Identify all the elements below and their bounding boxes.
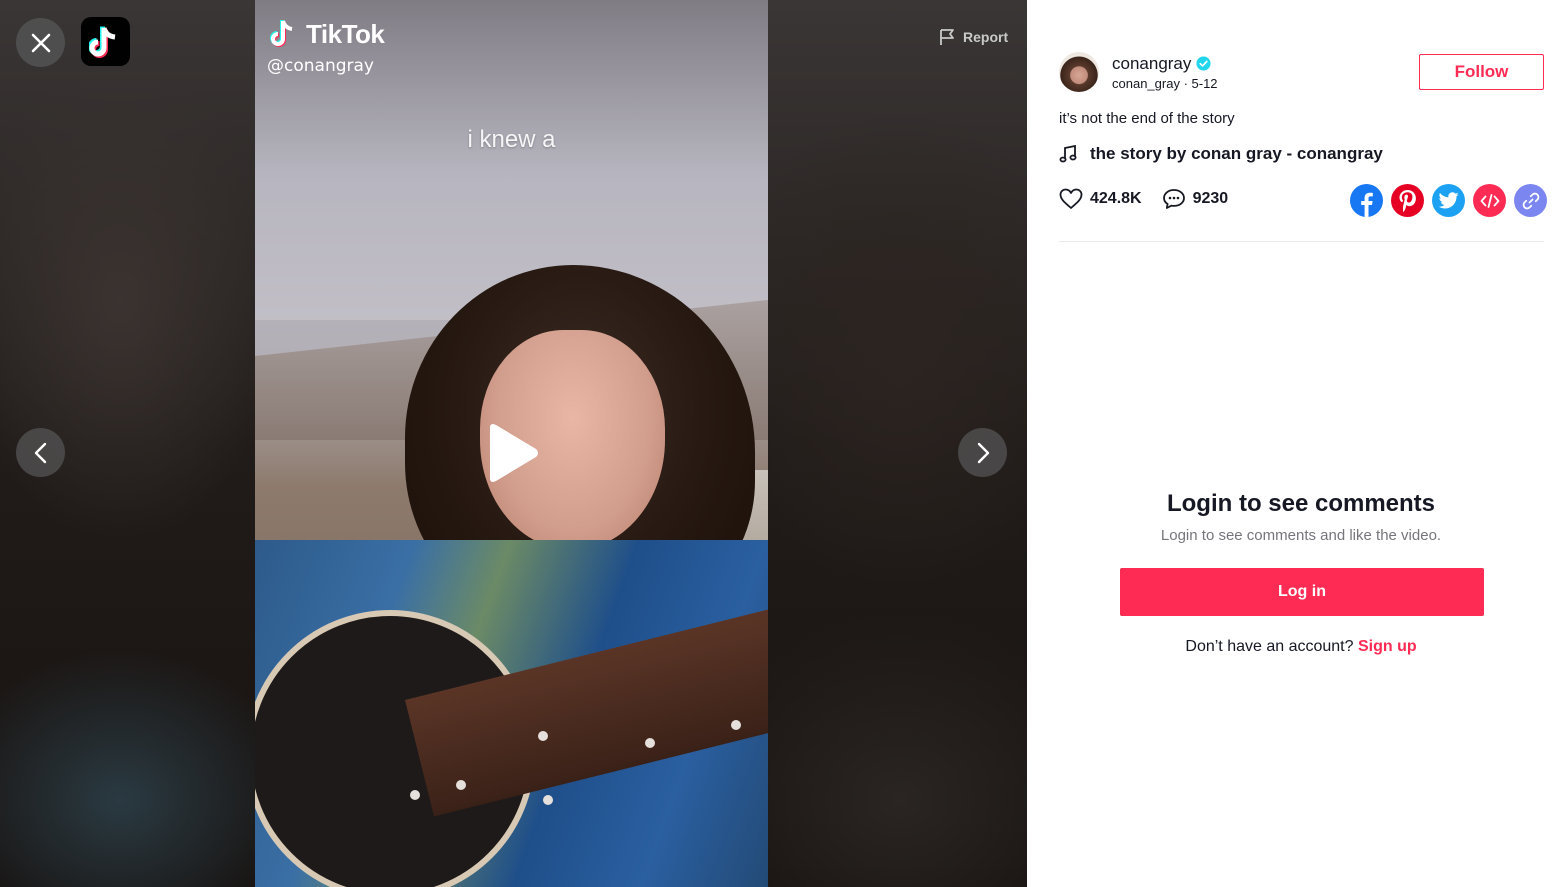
share-bar xyxy=(1350,184,1547,217)
tiktok-app-logo[interactable] xyxy=(81,17,130,66)
author-meta: conan_gray · 5-12 xyxy=(1112,76,1218,91)
fret-marker xyxy=(410,790,420,800)
watermark-logo-text: TikTok xyxy=(306,18,385,49)
report-button[interactable]: Report xyxy=(939,28,1008,46)
like-count: 424.8K xyxy=(1090,190,1142,207)
engagement-stats: 424.8K 9230 xyxy=(1059,188,1248,210)
login-prompt-title: Login to see comments xyxy=(1166,490,1436,517)
chevron-left-icon xyxy=(34,442,46,463)
comment-stat[interactable]: 9230 xyxy=(1162,188,1229,210)
link-icon xyxy=(1522,192,1539,209)
music-link[interactable]: the story by conan gray - conangray xyxy=(1059,144,1383,164)
like-stat[interactable]: 424.8K xyxy=(1059,188,1142,210)
signup-link[interactable]: Sign up xyxy=(1358,638,1417,655)
share-pinterest-button[interactable] xyxy=(1391,184,1424,217)
video-stage: TikTok @conangray i knew a Report xyxy=(0,0,1027,887)
login-prompt-subtitle: Login to see comments and like the video… xyxy=(1160,527,1442,544)
share-embed-button[interactable] xyxy=(1473,184,1506,217)
close-button[interactable] xyxy=(16,18,65,67)
follow-button[interactable]: Follow xyxy=(1419,54,1544,90)
avatar[interactable] xyxy=(1059,52,1099,92)
previous-video-button[interactable] xyxy=(16,428,65,477)
next-video-button[interactable] xyxy=(958,428,1007,477)
author-name[interactable]: conangray xyxy=(1112,54,1191,74)
embed-icon xyxy=(1480,193,1499,208)
twitter-icon xyxy=(1438,192,1458,209)
share-twitter-button[interactable] xyxy=(1432,184,1465,217)
video-player[interactable]: TikTok @conangray i knew a xyxy=(255,0,768,887)
watermark-handle: @conangray xyxy=(267,56,374,76)
tiktok-note-icon xyxy=(270,20,293,47)
video-description: it’s not the end of the story xyxy=(1059,110,1235,127)
report-label: Report xyxy=(963,29,1009,45)
fret-marker xyxy=(543,795,553,805)
author-info[interactable]: conangray conan_gray · 5-12 xyxy=(1059,52,1218,92)
fret-marker xyxy=(731,720,741,730)
comment-count: 9230 xyxy=(1192,190,1229,207)
fret-marker xyxy=(538,731,548,741)
facebook-icon xyxy=(1361,192,1373,217)
flag-icon xyxy=(940,29,954,45)
meta-separator: · xyxy=(1179,75,1192,91)
copy-link-button[interactable] xyxy=(1514,184,1547,217)
tiktok-logo-icon xyxy=(88,26,115,58)
share-facebook-button[interactable] xyxy=(1350,184,1383,217)
video-info-panel: conangray conan_gray · 5-12 Follow it’s … xyxy=(1027,0,1557,887)
play-icon xyxy=(490,424,538,482)
no-account-text: Don’t have an account? xyxy=(1185,638,1358,655)
close-icon xyxy=(31,33,50,52)
verified-badge-icon xyxy=(1196,56,1211,71)
heart-icon xyxy=(1059,188,1083,209)
video-caption-overlay: i knew a xyxy=(467,126,556,153)
fret-marker xyxy=(645,738,655,748)
fret-marker xyxy=(456,780,466,790)
watermark-logo: TikTok xyxy=(270,17,385,51)
signup-prompt: Don’t have an account? Sign up xyxy=(1027,638,1557,656)
music-title: the story by conan gray - conangray xyxy=(1090,144,1383,163)
chevron-right-icon xyxy=(977,442,989,463)
comment-icon xyxy=(1162,189,1185,209)
author-username: conan_gray xyxy=(1112,75,1180,91)
post-date: 5-12 xyxy=(1191,75,1218,91)
music-note-icon xyxy=(1059,145,1077,163)
pinterest-icon xyxy=(1399,189,1416,212)
login-button[interactable]: Log in xyxy=(1120,568,1484,616)
divider xyxy=(1059,241,1544,242)
play-button[interactable] xyxy=(484,422,540,484)
